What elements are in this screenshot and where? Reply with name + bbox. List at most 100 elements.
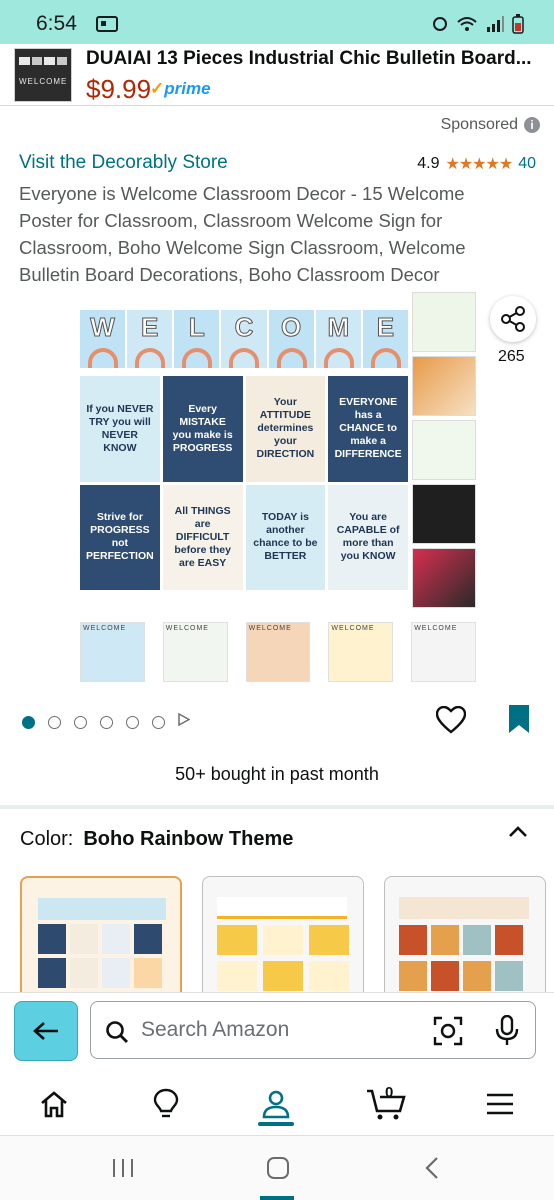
bought-in-past-month: 50+ bought in past month (175, 764, 379, 784)
info-icon[interactable]: i (524, 117, 540, 133)
bottom-thumbnails: WELCOME WELCOME WELCOME WELCOME WELCOME (80, 622, 476, 682)
thumbnail-text: WELCOME (19, 77, 68, 86)
product-thumbnail[interactable]: WELCOME (14, 48, 72, 102)
nav-menu[interactable] (480, 1086, 520, 1122)
back-chevron-icon[interactable] (424, 1156, 440, 1185)
poster-text: Your ATTITUDE determines your DIRECTION (256, 396, 315, 461)
search-bar-area (0, 992, 554, 1070)
thumbnail-card: WELCOME (162, 622, 228, 682)
color-value: Boho Rainbow Theme (83, 828, 294, 850)
poster-text: All THINGS are DIFFICULT before they are… (174, 504, 231, 569)
sticky-product-title[interactable]: DUAIAI 13 Pieces Industrial Chic Bulleti… (86, 48, 538, 70)
poster-card: TODAY is another chance to be BETTER (245, 484, 326, 590)
poster-text: Strive for PROGRESS not PERFECTION (86, 511, 154, 563)
color-swatch-boho-rainbow[interactable] (20, 876, 182, 1006)
hamburger-menu-icon (487, 1093, 513, 1115)
side-thumbnails (412, 292, 476, 612)
share-button[interactable] (490, 296, 536, 342)
carousel-dot[interactable] (74, 715, 87, 729)
banner-letter: L (188, 312, 205, 343)
carousel-dots[interactable] (22, 712, 191, 731)
nav-cart[interactable]: 0 (366, 1084, 406, 1122)
heart-icon[interactable] (435, 705, 467, 739)
bottom-navigation: 0 (0, 1070, 554, 1136)
poster-card: EVERYONE has a CHANCE to make a DIFFEREN… (328, 376, 408, 482)
lightbulb-icon (153, 1088, 179, 1118)
banner-letter-card: E (362, 310, 408, 368)
rating-count[interactable]: 40 (518, 155, 536, 173)
nav-home[interactable] (34, 1086, 74, 1122)
thumbnail-card: WELCOME (328, 622, 394, 682)
banner-letter: C (234, 312, 254, 343)
carousel-dot[interactable] (126, 715, 139, 729)
sponsored-label[interactable]: Sponsored i (441, 116, 540, 134)
search-icon (105, 1020, 129, 1049)
arrow-left-icon (33, 1022, 58, 1040)
search-input[interactable] (141, 1002, 421, 1058)
star-rating-icon: ★★★★★ (445, 156, 513, 173)
color-swatch-bee[interactable] (202, 876, 364, 1006)
banner-letter: O (281, 312, 302, 343)
carousel-dot[interactable] (100, 715, 113, 729)
thumbnail-label: WELCOME (165, 625, 209, 632)
play-icon[interactable] (178, 712, 191, 731)
search-box[interactable] (90, 1001, 536, 1059)
poster-text: EVERYONE has a CHANCE to make a DIFFEREN… (334, 396, 402, 461)
status-time: 6:54 (36, 12, 77, 35)
product-image[interactable]: WELCOME If you NEVER TRY you will NEVER … (80, 292, 476, 682)
color-label: Color: (20, 828, 74, 850)
poster-card: If you NEVER TRY you will NEVER KNOW (80, 376, 160, 482)
store-link[interactable]: Visit the Decorably Store (19, 152, 228, 174)
battery-icon (512, 14, 524, 39)
notification-icon (96, 16, 118, 37)
bookmark-icon[interactable] (508, 704, 530, 739)
poster-card: Strive for PROGRESS not PERFECTION (80, 484, 160, 590)
chevron-up-icon[interactable] (508, 822, 528, 847)
system-navigation (0, 1136, 554, 1200)
poster-card: Your ATTITUDE determines your DIRECTION (245, 376, 326, 482)
poster-text: If you NEVER TRY you will NEVER KNOW (86, 402, 154, 454)
thumbnail-label: WELCOME (331, 625, 375, 632)
thumbnail-card: WELCOME (80, 622, 145, 682)
wifi-icon (456, 16, 478, 37)
banner-letter: E (141, 312, 159, 343)
thumbnail-label: WELCOME (414, 625, 458, 632)
prime-badge: ✓prime (150, 79, 211, 98)
back-button[interactable] (14, 1001, 78, 1061)
recycle-icon (432, 16, 448, 37)
carousel-dot[interactable] (22, 715, 35, 729)
welcome-banner: WELCOME (80, 310, 408, 368)
poster-text: You are CAPABLE of more than you KNOW (336, 511, 400, 563)
color-selector[interactable]: Color: Boho Rainbow Theme (20, 828, 293, 851)
poster-card: You are CAPABLE of more than you KNOW (328, 484, 408, 590)
microphone-icon[interactable] (495, 1014, 519, 1052)
share-count: 265 (498, 348, 525, 365)
home-circle-icon[interactable] (266, 1156, 290, 1185)
carousel-dot[interactable] (152, 715, 165, 729)
color-swatch-autumn[interactable] (384, 876, 546, 1006)
banner-letter-card: C (221, 310, 267, 368)
nav-account[interactable] (256, 1086, 296, 1122)
banner-letter: M (327, 312, 350, 343)
thumbnail-label: WELCOME (248, 625, 292, 632)
sticky-price: $9.99 (86, 74, 152, 104)
section-divider (0, 805, 554, 809)
rating-summary[interactable]: 4.9 ★★★★★ 40 (417, 154, 536, 174)
thumbnail-card: WELCOME (411, 622, 476, 682)
banner-letter-card: W (80, 310, 126, 368)
banner-letter-card: M (315, 310, 361, 368)
carousel-dot[interactable] (48, 715, 61, 729)
sticky-product-header[interactable]: WELCOME DUAIAI 13 Pieces Industrial Chic… (0, 44, 554, 106)
user-icon (262, 1090, 290, 1119)
share-icon (501, 306, 525, 332)
poster-grid: If you NEVER TRY you will NEVER KNOW Ever… (80, 376, 408, 590)
cart-count: 0 (385, 1084, 394, 1101)
status-icons (432, 14, 524, 39)
recent-apps-icon[interactable] (112, 1158, 134, 1183)
banner-letter-card: O (268, 310, 314, 368)
camera-scan-icon[interactable] (433, 1016, 463, 1051)
home-icon (41, 1091, 67, 1118)
nav-inspire[interactable] (146, 1086, 186, 1122)
nav-active-indicator (258, 1122, 294, 1126)
banner-letter: W (90, 312, 116, 343)
